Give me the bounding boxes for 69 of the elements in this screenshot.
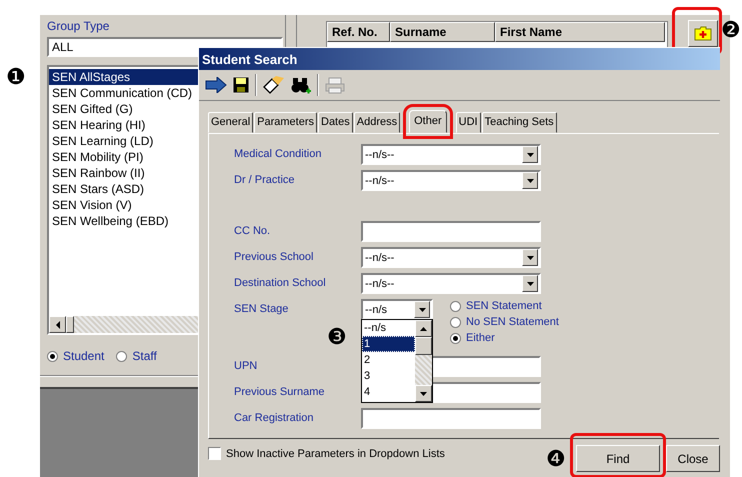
field-label: Previous Surname	[234, 385, 326, 400]
scrollbar-thumb[interactable]	[66, 316, 74, 333]
left-arrow-icon[interactable]	[54, 320, 60, 328]
field-label: UPN	[234, 359, 258, 374]
dropdown-option[interactable]: 2	[362, 352, 415, 368]
radio-button[interactable]	[450, 332, 461, 344]
group-list-item[interactable]: SEN Stars (ASD)	[49, 181, 202, 197]
dropdown-option[interactable]: 3	[362, 368, 415, 384]
radio-button[interactable]	[450, 300, 461, 312]
scrollbar-thumb[interactable]	[415, 337, 432, 355]
field-label: Previous School	[234, 250, 314, 265]
group-list-item[interactable]: SEN Vision (V)	[49, 197, 202, 213]
checkbox-option[interactable]: Show Inactive Parameters in Dropdown Lists	[208, 447, 445, 460]
dialog-button[interactable]: Close	[666, 445, 720, 472]
radio-label: No SEN Statement	[466, 316, 559, 328]
radio-label: Either	[466, 332, 495, 344]
dropdown-option[interactable]: 1	[362, 336, 415, 352]
group-list-item[interactable]: SEN Learning (LD)	[49, 133, 202, 149]
column-header[interactable]: Ref. No.	[327, 22, 390, 42]
group-list-item[interactable]: SEN Communication (CD)	[49, 85, 202, 101]
tab[interactable]: Address	[354, 112, 400, 133]
input-field[interactable]	[361, 408, 541, 429]
dropdown-field[interactable]: --n/s	[361, 299, 433, 320]
dropdown-field[interactable]: --n/s--	[361, 144, 541, 165]
new-folder-button[interactable]	[688, 20, 718, 47]
tab[interactable]: General	[208, 112, 254, 133]
group-list-item[interactable]: SEN Wellbeing (EBD)	[49, 213, 202, 229]
callout-number: ❹	[546, 449, 566, 471]
tab[interactable]: Parameters	[254, 112, 317, 133]
callout-number: ❶	[6, 67, 26, 89]
dropdown-option[interactable]: 4	[362, 384, 415, 400]
dropdown-field[interactable]: --n/s--	[361, 170, 541, 191]
dropdown-field[interactable]: --n/s--	[361, 247, 541, 268]
column-header[interactable]: First Name	[495, 22, 665, 42]
dropdown-option[interactable]: --n/s	[362, 320, 415, 336]
radio-button[interactable]	[47, 350, 58, 362]
callout-number: ❸	[327, 327, 347, 349]
radio-button[interactable]	[116, 350, 128, 362]
up-arrow-icon[interactable]	[420, 326, 427, 330]
field-label: CC No.	[234, 224, 272, 239]
radio-button[interactable]	[450, 316, 461, 328]
field-label: Car Registration	[234, 411, 314, 426]
save-icon[interactable]	[233, 77, 249, 93]
column-header[interactable]: Surname	[390, 22, 495, 42]
dropdown-field[interactable]: --n/s--	[361, 273, 541, 294]
group-list-item[interactable]: SEN Hearing (HI)	[49, 117, 202, 133]
tab[interactable]: Teaching Sets	[482, 112, 557, 133]
group-list-item[interactable]: SEN Mobility (PI)	[49, 149, 202, 165]
folder-icon	[694, 26, 712, 41]
input-field[interactable]	[361, 221, 541, 242]
tab[interactable]: UDI	[456, 112, 481, 133]
radio-label: Student	[63, 349, 104, 363]
field-label: Dr / Practice	[234, 173, 296, 188]
field-label: Destination School	[234, 276, 327, 291]
group-list-item[interactable]: SEN Rainbow (II)	[49, 165, 202, 181]
radio-label: SEN Statement	[466, 300, 542, 312]
field-label: Medical Condition	[234, 147, 322, 162]
group-list-item[interactable]: SEN Gifted (G)	[49, 101, 202, 117]
binoculars-icon[interactable]	[291, 76, 311, 94]
tab[interactable]: Dates	[318, 112, 353, 133]
group-type-label: Group Type	[47, 19, 110, 34]
down-arrow-icon[interactable]	[420, 392, 427, 396]
radio-label: Staff	[132, 349, 157, 363]
arrow-icon[interactable]	[205, 77, 227, 93]
field-label: SEN Stage	[234, 302, 290, 317]
eraser-icon[interactable]	[263, 76, 285, 94]
vertical-scrollbar[interactable]	[415, 320, 432, 402]
callout-number: ❷	[721, 20, 741, 42]
dialog-button[interactable]: Find	[576, 445, 660, 472]
